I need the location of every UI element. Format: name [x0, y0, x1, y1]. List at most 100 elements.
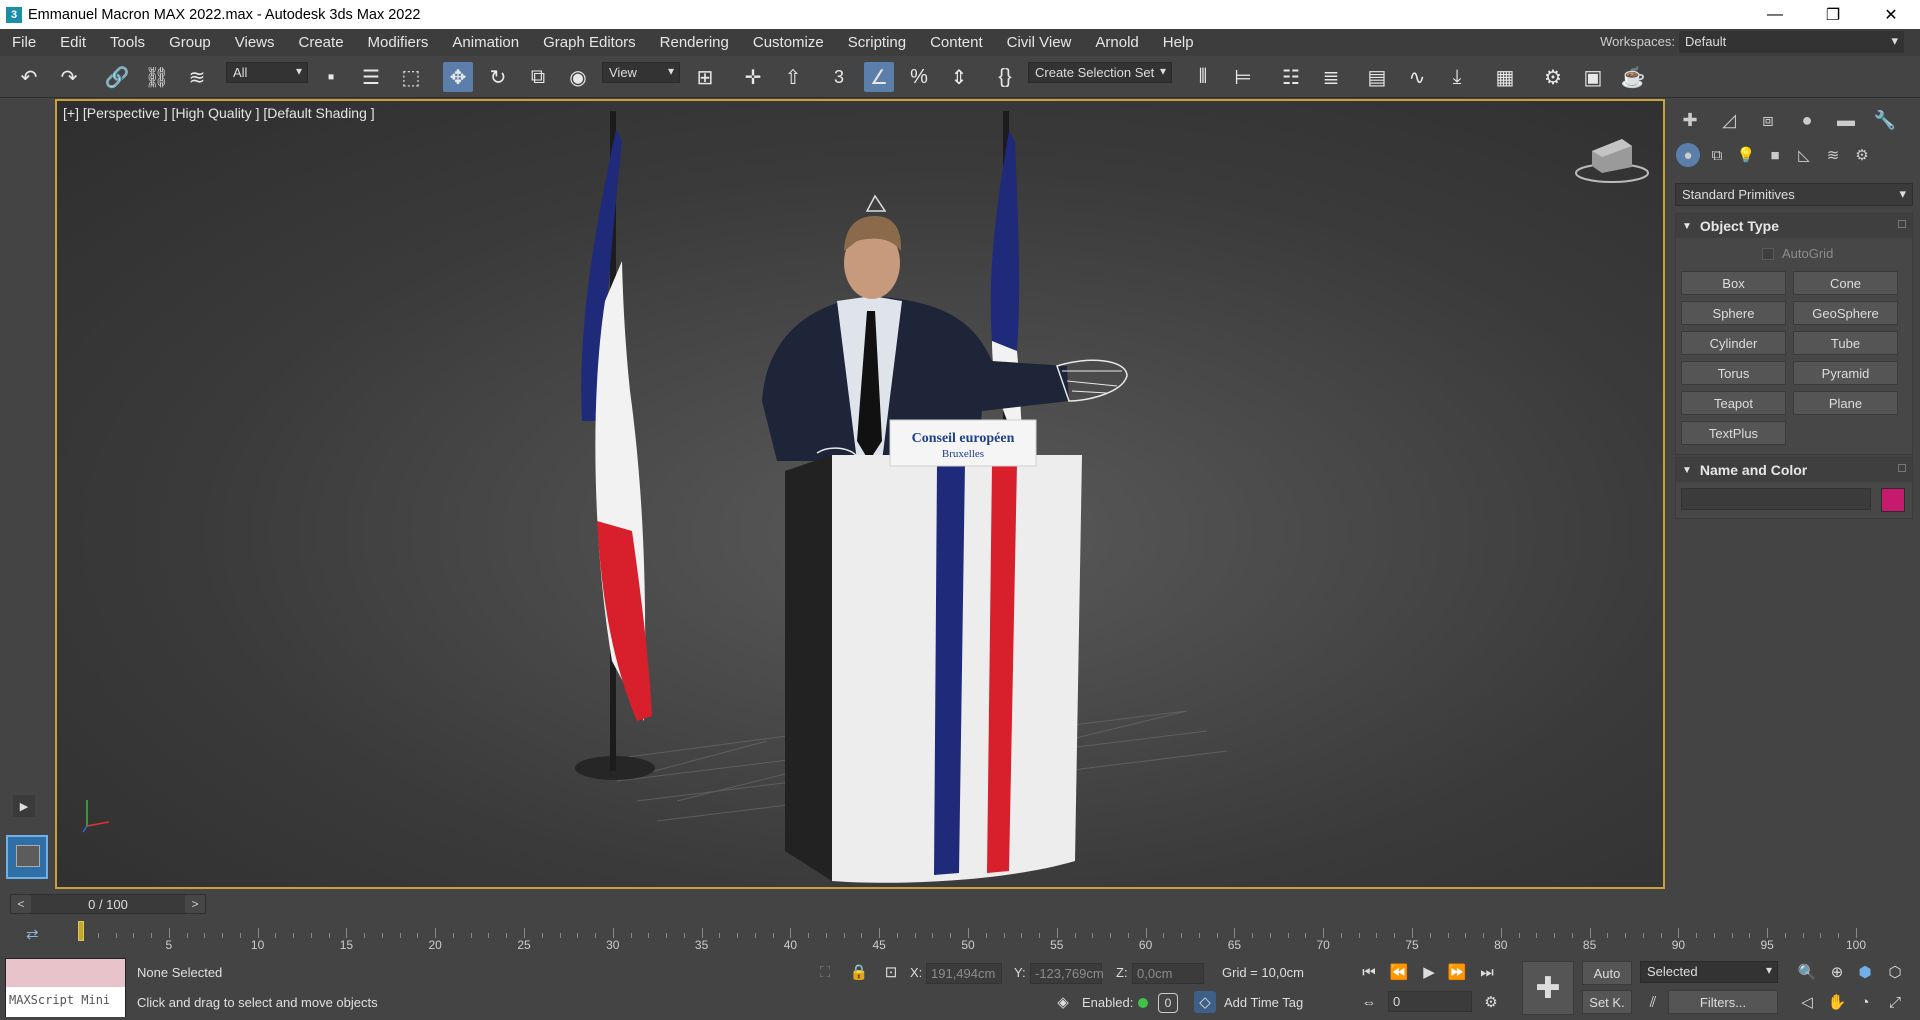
select-scale-icon[interactable]: ⧉: [523, 62, 553, 92]
object-name-input[interactable]: [1681, 488, 1871, 510]
current-time-marker[interactable]: [78, 921, 84, 941]
maxscript-listener[interactable]: MAXScript Mini: [5, 958, 126, 1017]
unlink-icon[interactable]: ⛓: [142, 62, 172, 92]
name-color-header[interactable]: ▼ Name and Color: [1676, 458, 1912, 482]
zoom-all-icon[interactable]: ⊕: [1826, 961, 1848, 983]
perspective-viewport[interactable]: [+] [Perspective ] [High Quality ] [Defa…: [55, 99, 1665, 889]
edit-named-selection-icon[interactable]: {}: [990, 62, 1020, 92]
menu-animation[interactable]: Animation: [440, 34, 531, 51]
select-manipulate-icon[interactable]: ✛: [738, 62, 768, 92]
time-tag-icon[interactable]: ◇: [1194, 991, 1216, 1013]
selection-region-icon[interactable]: ⬚: [396, 62, 426, 92]
adaptive-degradation-icon[interactable]: ◈: [1052, 991, 1074, 1013]
close-icon[interactable]: ✕: [1862, 0, 1920, 29]
menu-rendering[interactable]: Rendering: [648, 34, 741, 51]
restore-icon[interactable]: ❐: [1804, 0, 1862, 29]
reference-coordinate-dropdown[interactable]: View: [602, 62, 680, 83]
spinner-snap-icon[interactable]: ⇕: [944, 62, 974, 92]
rendered-frame-window-icon[interactable]: ▣: [1578, 62, 1608, 92]
sphere-button[interactable]: Sphere: [1681, 301, 1786, 325]
textplus-button[interactable]: TextPlus: [1681, 421, 1786, 445]
menu-customize[interactable]: Customize: [741, 34, 836, 51]
motion-tab-icon[interactable]: ●: [1794, 107, 1820, 133]
key-mode-toggle-icon[interactable]: ⇔: [1358, 991, 1380, 1013]
maxscript-mini-input[interactable]: MAXScript Mini: [6, 987, 125, 1017]
go-to-start-icon[interactable]: ⏮: [1358, 961, 1380, 983]
selection-filter-dropdown[interactable]: All: [226, 62, 308, 83]
menu-modifiers[interactable]: Modifiers: [356, 34, 441, 51]
selection-lock-icon[interactable]: 🔒: [848, 961, 870, 983]
geosphere-button[interactable]: GeoSphere: [1793, 301, 1898, 325]
set-key-button[interactable]: Set K.: [1582, 990, 1632, 1014]
schematic-view-icon[interactable]: ⤓: [1442, 62, 1472, 92]
y-coordinate-field[interactable]: -123,769cm: [1030, 963, 1104, 984]
keyboard-shortcut-override-icon[interactable]: ⇧: [778, 62, 808, 92]
tube-button[interactable]: Tube: [1793, 331, 1898, 355]
go-to-end-icon[interactable]: ⏭: [1476, 961, 1498, 983]
key-filter-dropdown[interactable]: Selected: [1640, 961, 1778, 983]
mini-curve-editor-icon[interactable]: ⇄: [26, 925, 39, 943]
object-color-swatch[interactable]: [1881, 488, 1905, 512]
menu-group[interactable]: Group: [157, 34, 223, 51]
link-icon[interactable]: 🔗: [102, 62, 132, 92]
material-editor-icon[interactable]: ▦: [1490, 62, 1520, 92]
display-tab-icon[interactable]: ▬: [1833, 107, 1859, 133]
time-slider[interactable]: < 0 / 100 >: [10, 894, 206, 914]
zoom-extents-all-icon[interactable]: ⬡: [1884, 961, 1906, 983]
zoom-extents-icon[interactable]: ⬢: [1854, 961, 1876, 983]
maxscript-output[interactable]: [6, 959, 125, 987]
previous-key-icon[interactable]: ⏪: [1388, 961, 1410, 983]
lights-icon[interactable]: 💡: [1734, 143, 1758, 167]
time-ruler[interactable]: 5 10 15 20 25 30 35 40 45 50 55 60 65 70 75 80 85 90 95 100: [76, 920, 1876, 952]
select-move-icon[interactable]: ✥: [443, 62, 473, 92]
menu-create[interactable]: Create: [287, 34, 356, 51]
layer-explorer-icon[interactable]: ≣: [1316, 62, 1346, 92]
absolute-mode-icon[interactable]: ⊡: [880, 961, 902, 983]
field-of-view-icon[interactable]: ◁: [1796, 991, 1818, 1013]
snap-toggle-icon[interactable]: 3: [824, 62, 854, 92]
toggle-ribbon-icon[interactable]: ▤: [1362, 62, 1392, 92]
curve-editor-icon[interactable]: ∿: [1402, 62, 1432, 92]
space-warps-icon[interactable]: ≋: [1821, 143, 1845, 167]
z-coordinate-field[interactable]: 0,0cm: [1132, 963, 1204, 984]
geometry-icon[interactable]: ●: [1676, 143, 1700, 167]
modify-tab-icon[interactable]: ◿: [1716, 107, 1742, 133]
auto-key-button[interactable]: Auto: [1582, 961, 1632, 985]
play-icon[interactable]: ▶: [1418, 961, 1440, 983]
torus-button[interactable]: Torus: [1681, 361, 1786, 385]
select-rotate-icon[interactable]: ↻: [483, 62, 513, 92]
teapot-button[interactable]: Teapot: [1681, 391, 1786, 415]
primitive-category-dropdown[interactable]: Standard Primitives: [1675, 183, 1913, 206]
menu-help[interactable]: Help: [1151, 34, 1206, 51]
create-tab-icon[interactable]: ✚: [1677, 107, 1703, 133]
maximize-viewport-icon[interactable]: ⤢: [1884, 991, 1906, 1013]
isolate-selection-icon[interactable]: ⛶: [814, 961, 836, 983]
time-configuration-icon[interactable]: ⚙: [1480, 991, 1502, 1013]
angle-snap-icon[interactable]: ∠: [864, 62, 894, 92]
menu-civil-view[interactable]: Civil View: [995, 34, 1084, 51]
systems-icon[interactable]: ⚙: [1850, 143, 1874, 167]
percent-snap-icon[interactable]: %: [904, 62, 934, 92]
render-setup-icon[interactable]: ⚙: [1538, 62, 1568, 92]
menu-graph-editors[interactable]: Graph Editors: [531, 34, 648, 51]
next-key-icon[interactable]: ⏩: [1446, 961, 1468, 983]
shapes-icon[interactable]: ⧉: [1705, 143, 1729, 167]
object-type-header[interactable]: ▼ Object Type: [1676, 214, 1912, 238]
cylinder-button[interactable]: Cylinder: [1681, 331, 1786, 355]
expand-viewport-layout-icon[interactable]: ▶: [13, 795, 35, 817]
box-button[interactable]: Box: [1681, 271, 1786, 295]
menu-edit[interactable]: Edit: [48, 34, 98, 51]
mirror-icon[interactable]: ⫴: [1188, 62, 1218, 92]
filters-button[interactable]: Filters...: [1668, 990, 1778, 1014]
bind-space-warp-icon[interactable]: ≋: [182, 62, 212, 92]
menu-scripting[interactable]: Scripting: [836, 34, 918, 51]
utilities-tab-icon[interactable]: 🔧: [1872, 107, 1898, 133]
cone-button[interactable]: Cone: [1793, 271, 1898, 295]
menu-tools[interactable]: Tools: [98, 34, 157, 51]
cameras-icon[interactable]: ■: [1763, 143, 1787, 167]
scene-explorer-icon[interactable]: ☷: [1276, 62, 1306, 92]
menu-file[interactable]: File: [0, 34, 48, 51]
menu-arnold[interactable]: Arnold: [1083, 34, 1150, 51]
enabled-value[interactable]: 0: [1158, 993, 1178, 1013]
x-coordinate-field[interactable]: 191,494cm: [926, 963, 1002, 984]
